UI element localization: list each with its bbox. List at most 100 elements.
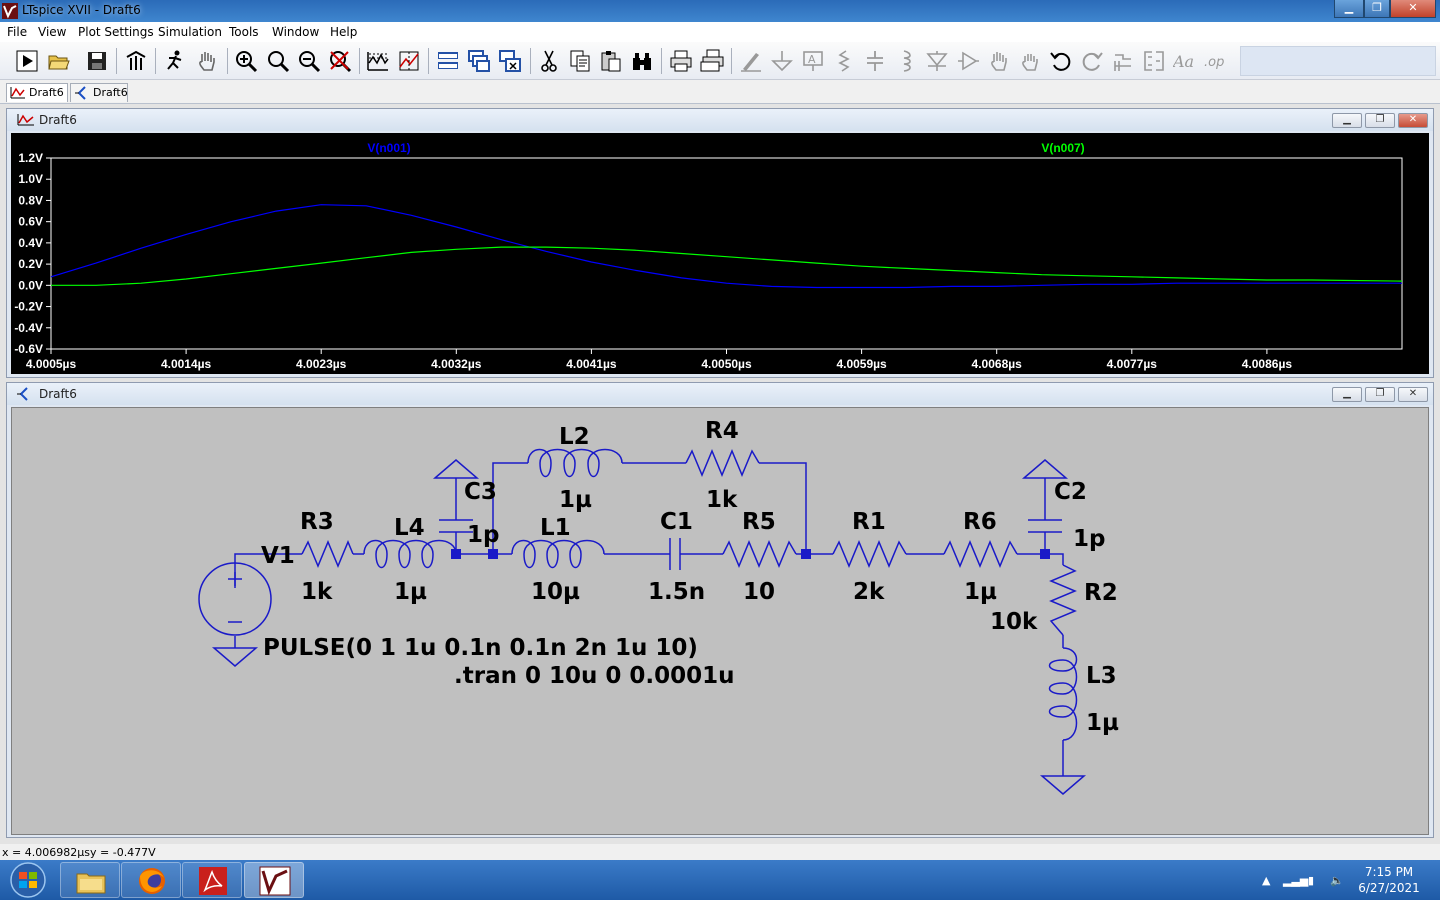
trace-label-vn007[interactable]: V(n007) — [1041, 141, 1084, 155]
undo-icon[interactable] — [1049, 49, 1073, 73]
zoom-in-icon[interactable] — [234, 49, 258, 73]
minimize-button[interactable]: ▁ — [1334, 0, 1364, 18]
menu-help[interactable]: Help — [330, 25, 357, 39]
maximize-button[interactable]: ❐ — [1364, 0, 1390, 18]
resistor-r6[interactable] — [943, 540, 1018, 568]
menu-tools[interactable]: Tools — [229, 25, 259, 39]
waveform-icon — [17, 114, 34, 126]
move-icon[interactable] — [987, 49, 1011, 73]
tile-icon[interactable] — [436, 49, 460, 73]
x-tick-label: 4.0086µs — [1242, 357, 1293, 371]
schematic-drawing[interactable]: V1 PULSE(0 1 1u 0.1n 0.1n 2n 1u 10) R3 1… — [12, 408, 1430, 836]
inductor-l3[interactable] — [1048, 647, 1078, 741]
menu-window[interactable]: Window — [272, 25, 319, 39]
menu-view[interactable]: View — [38, 25, 66, 39]
menu-simulation[interactable]: Simulation — [158, 25, 222, 39]
redo-icon[interactable] — [1080, 49, 1104, 73]
ground-icon[interactable] — [770, 49, 794, 73]
firefox-icon[interactable] — [121, 862, 181, 898]
tab-draft6-waveform[interactable]: Draft6 — [6, 83, 68, 102]
schematic-close-button[interactable]: ✕ — [1398, 387, 1428, 402]
resistor-r4[interactable] — [685, 449, 760, 477]
volume-icon[interactable]: 🔈 — [1330, 874, 1344, 887]
system-clock[interactable]: 7:15 PM 6/27/2021 — [1350, 864, 1428, 896]
drag-icon[interactable] — [1018, 49, 1042, 73]
inductor-l4[interactable] — [363, 539, 457, 569]
tab-label: Draft6 — [93, 86, 128, 99]
halt-icon[interactable] — [163, 49, 187, 73]
copy-icon[interactable] — [568, 49, 592, 73]
rotate-icon[interactable] — [1111, 49, 1135, 73]
waveform-close-button[interactable]: ✕ — [1398, 113, 1428, 128]
acrobat-icon[interactable] — [182, 862, 242, 898]
mark-icon[interactable] — [397, 49, 421, 73]
resistor-r1[interactable] — [832, 540, 907, 568]
capacitor-c2[interactable] — [1028, 519, 1062, 533]
voltage-source-v1[interactable] — [198, 562, 272, 636]
window-title: LTspice XVII - Draft6 — [22, 3, 141, 17]
resistor-r5[interactable] — [722, 540, 797, 568]
trace-label-vn001[interactable]: V(n001) — [367, 141, 410, 155]
wire-icon[interactable] — [739, 49, 763, 73]
text-icon[interactable]: Aa — [1173, 49, 1197, 73]
y-tick-label: -0.6V — [14, 342, 43, 356]
network-icon[interactable]: ▂▃▅ — [1283, 874, 1308, 887]
trace-vn001[interactable] — [50, 204, 1402, 289]
resistor-r3[interactable] — [301, 540, 354, 568]
find-icon[interactable] — [630, 49, 654, 73]
paste-icon[interactable] — [599, 49, 623, 73]
component-icon[interactable] — [956, 49, 980, 73]
waveform-minimize-button[interactable]: ▁ — [1332, 113, 1362, 128]
cut-icon[interactable] — [537, 49, 561, 73]
run-icon[interactable] — [15, 49, 39, 73]
open-icon[interactable] — [47, 49, 71, 73]
y-tick-label: 0.8V — [18, 193, 43, 207]
pan-hand-icon[interactable] — [195, 49, 219, 73]
tray-expand-icon[interactable]: ▲ — [1262, 874, 1270, 887]
zoom-area-icon[interactable] — [266, 49, 290, 73]
menu-plot-settings[interactable]: Plot Settings — [78, 25, 154, 39]
zoom-cancel-icon[interactable] — [328, 49, 352, 73]
menu-file[interactable]: File — [7, 25, 27, 39]
schematic-minimize-button[interactable]: ▁ — [1332, 387, 1362, 402]
save-icon[interactable] — [85, 49, 109, 73]
autorange-icon[interactable] — [366, 49, 390, 73]
tab-draft6-schematic[interactable]: Draft6 — [70, 83, 128, 102]
resistor-icon[interactable] — [832, 49, 856, 73]
inductor-l1[interactable] — [511, 539, 605, 569]
resistor-r2[interactable] — [1049, 564, 1077, 636]
waveform-plot-pane[interactable]: 1.2V 1.0V 0.8V 0.6V 0.4V 0.2V 0.0V -0.2V -0.4V -0… — [11, 133, 1429, 374]
junction-l2-l1 — [488, 549, 498, 559]
x-tick-label: 4.0014µs — [161, 357, 212, 371]
waveform-maximize-button[interactable]: ❐ — [1365, 113, 1395, 128]
schematic-canvas[interactable]: V1 PULSE(0 1 1u 0.1n 0.1n 2n 1u 10) R3 1… — [11, 407, 1429, 835]
capacitor-icon[interactable] — [863, 49, 887, 73]
mirror-icon[interactable] — [1142, 49, 1166, 73]
close-all-icon[interactable] — [498, 49, 522, 73]
close-button[interactable]: ✕ — [1390, 0, 1436, 18]
capacitor-c1[interactable] — [669, 538, 681, 570]
inductor-icon[interactable] — [894, 49, 918, 73]
waveform-plot[interactable]: 1.2V 1.0V 0.8V 0.6V 0.4V 0.2V 0.0V -0.2V -0.4V -0… — [11, 133, 1429, 374]
cascade-icon[interactable] — [467, 49, 491, 73]
ground-v1[interactable] — [211, 647, 259, 667]
zoom-out-icon[interactable] — [297, 49, 321, 73]
spice-directive-icon[interactable]: .op — [1204, 49, 1228, 73]
label-l3-ref: L3 — [1086, 663, 1117, 689]
ltspice-icon[interactable] — [244, 862, 304, 898]
print-setup-icon[interactable] — [700, 49, 724, 73]
plot-frame — [50, 157, 1403, 350]
spice-directive[interactable]: .tran 0 10u 0 0.0001u — [454, 663, 735, 689]
diode-icon[interactable] — [925, 49, 949, 73]
start-orb-icon[interactable] — [6, 861, 50, 899]
battery-icon[interactable]: ▮ — [1308, 874, 1314, 887]
y-tick-label: 1.0V — [18, 172, 43, 186]
print-icon[interactable] — [669, 49, 693, 73]
inductor-l2[interactable] — [527, 448, 623, 478]
trace-vn007[interactable] — [51, 246, 1403, 286]
label-icon[interactable]: A — [801, 49, 825, 73]
ground-l3[interactable] — [1039, 775, 1087, 795]
file-explorer-icon[interactable] — [60, 862, 120, 898]
schematic-maximize-button[interactable]: ❐ — [1365, 387, 1395, 402]
control-panel-icon[interactable] — [124, 49, 148, 73]
